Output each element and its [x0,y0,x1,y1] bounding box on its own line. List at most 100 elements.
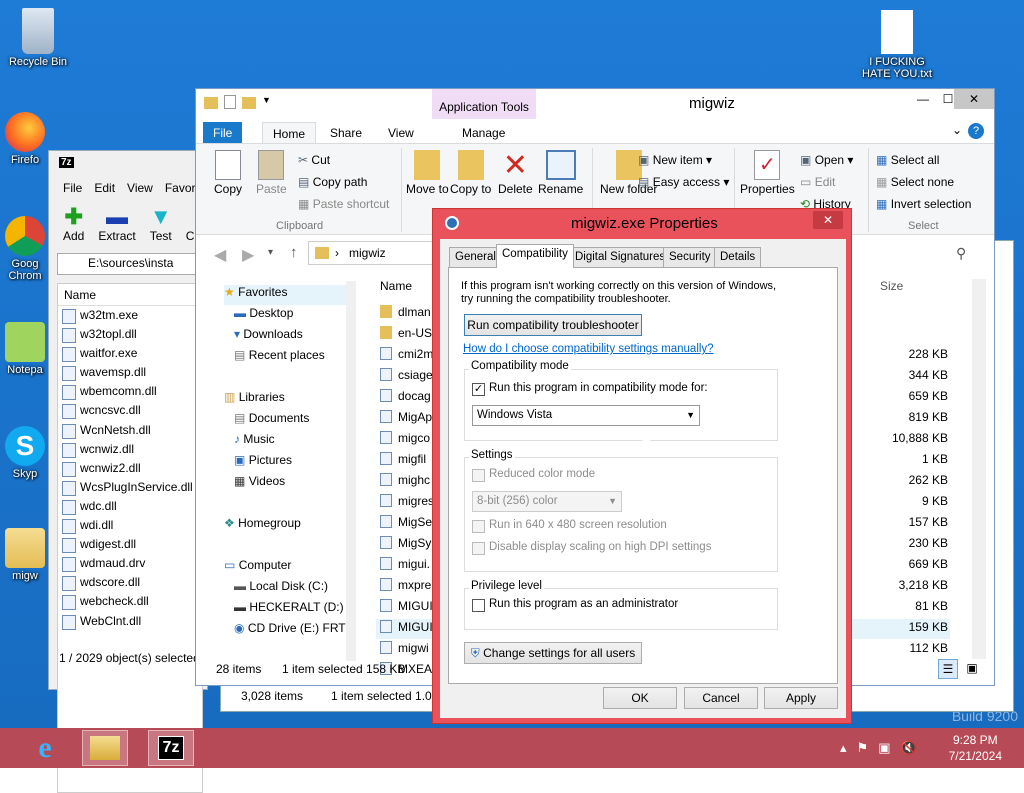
zip-file-row[interactable]: wcncsvc.dll [58,401,202,420]
select-all-button[interactable]: ▦ Select all [876,153,939,167]
ok-button[interactable]: OK [603,687,677,709]
copy-button[interactable]: Copy [214,150,242,196]
file-row[interactable]: MigAp [380,410,432,424]
zip-column-name[interactable]: Name [58,284,202,306]
run-troubleshooter-button[interactable]: Run compatibility troubleshooter [464,314,642,336]
tab-details[interactable]: Details [714,247,762,267]
zip-file-row[interactable]: WcsPlugInService.dll [58,478,202,497]
open-button[interactable]: ▣ Open ▾ [800,153,853,167]
search-icon[interactable]: ⚲ [956,245,966,262]
change-all-users-button[interactable]: ⛨ Change settings for all users [464,642,642,664]
zip-menu-view[interactable]: View [127,181,153,195]
nav-homegroup[interactable]: ❖ Homegroup [224,516,301,530]
dialog-close-button[interactable]: ✕ [813,211,843,229]
file-row[interactable]: mighc [380,473,430,487]
7zip-taskbar-button[interactable]: 7z [148,730,194,766]
color-depth-select[interactable]: 8-bit (256) color ▼ [472,491,622,512]
up-arrow-icon[interactable]: ↑ [290,244,298,261]
delete-button[interactable]: ✕ Delete [498,150,533,197]
nav-heckeralt[interactable]: ▬ HECKERALT (D:) [234,600,344,614]
close-button[interactable]: ✕ [954,89,994,109]
tab-view[interactable]: View [378,122,424,144]
zip-file-row[interactable]: wdscore.dll [58,573,202,592]
zip-file-row[interactable]: wcnwiz2.dll [58,459,202,478]
resolution-checkbox[interactable] [472,520,485,533]
select-none-button[interactable]: ▦ Select none [876,175,954,189]
reduced-color-checkbox[interactable] [472,469,485,482]
chrome-shortcut[interactable]: Goog Chrom [0,216,50,282]
zip-file-row[interactable]: WcnNetsh.dll [58,421,202,440]
zip-menu-favorites[interactable]: Favor [165,181,196,195]
nav-local-disk[interactable]: ▬ Local Disk (C:) [234,579,328,593]
file-row[interactable]: mxpre [380,578,431,592]
file-row[interactable]: MigSy [380,536,431,550]
collapse-ribbon-icon[interactable]: ⌄ [952,123,962,137]
tab-security[interactable]: Security [663,247,717,267]
tab-home[interactable]: Home [262,122,317,145]
file-row[interactable]: migfil [380,452,426,466]
firefox-shortcut[interactable]: Firefo [0,112,50,166]
help-icon[interactable]: ? [968,123,984,139]
nav-downloads[interactable]: ▾ Downloads [234,327,303,341]
volume-muted-icon[interactable]: 🔇 [900,740,916,756]
zip-add-button[interactable]: ✚ Add [63,205,84,244]
cut-button[interactable]: ✂ Cut [298,153,330,167]
file-row[interactable]: en-US [380,326,432,340]
tab-compatibility[interactable]: Compatibility [496,244,574,268]
tab-manage[interactable]: Manage [452,122,515,144]
rename-button[interactable]: Rename [538,150,583,196]
compatibility-mode-select[interactable]: Windows Vista ▼ [472,405,700,426]
dpi-scaling-checkbox[interactable] [472,542,485,555]
cancel-button[interactable]: Cancel [684,687,758,709]
zip-file-row[interactable]: wdc.dll [58,497,202,516]
zip-test-button[interactable]: ▼ Test [150,205,172,244]
zip-file-row[interactable]: waitfor.exe [58,344,202,363]
file-row[interactable]: MIGUI [380,620,433,634]
file-row[interactable]: csiage [380,368,433,382]
zip-file-row[interactable]: wdmaud.drv [58,554,202,573]
zip-menu-file[interactable]: File [63,181,82,195]
properties-button[interactable]: ✓ Properties [740,150,795,196]
invert-selection-button[interactable]: ▦ Invert selection [876,197,971,211]
zip-file-row[interactable]: wavemsp.dll [58,363,202,382]
copy-to-button[interactable]: Copy to [450,150,491,196]
manual-settings-link[interactable]: How do I choose compatibility settings m… [463,343,714,355]
move-to-button[interactable]: Move to [406,150,449,196]
file-row[interactable]: dlman [380,305,431,319]
tab-file[interactable]: File [203,122,243,144]
file-row[interactable]: migres [380,494,434,508]
nav-cd-drive[interactable]: ◉ CD Drive (E:) FRT [234,621,346,635]
compatibility-mode-checkbox[interactable]: ✓ [472,383,485,396]
forward-arrow-icon[interactable]: ▶ [242,245,254,265]
back-arrow-icon[interactable]: ◀ [214,245,226,265]
copy-path-button[interactable]: ▤ Copy path [298,175,367,189]
migwiz-shortcut[interactable]: migw [0,528,50,582]
text-file-shortcut[interactable]: I FUCKING HATE YOU.txt [856,10,938,80]
nav-favorites[interactable]: ★ Favorites [224,285,287,299]
recent-locations-icon[interactable]: ▾ [268,247,273,258]
minimize-button[interactable]: — [911,89,935,109]
nav-music[interactable]: ♪ Music [234,432,275,446]
recycle-bin-shortcut[interactable]: Recycle Bin [0,8,76,68]
tab-share[interactable]: Share [320,122,372,144]
file-row[interactable]: migco [380,431,430,445]
tab-general[interactable]: General [449,247,502,267]
easy-access-button[interactable]: ▤ Easy access ▾ [638,175,729,189]
zip-file-row[interactable]: wdigest.dll [58,535,202,554]
file-row[interactable]: docag [380,389,431,403]
file-row[interactable]: cmi2m [380,347,433,361]
nav-documents[interactable]: ▤ Documents [234,411,309,425]
zip-file-row[interactable]: w32topl.dll [58,325,202,344]
nav-videos[interactable]: ▦ Videos [234,474,285,488]
zip-file-row[interactable]: wbemcomn.dll [58,382,202,401]
column-header-size[interactable]: Size [880,279,903,293]
file-row[interactable]: migui. [380,557,430,571]
network-icon[interactable]: ▣ [878,740,890,756]
zip-file-row[interactable]: wcnwiz.dll [58,440,202,459]
clock[interactable]: 9:28 PM 7/21/2024 [949,732,1002,764]
details-view-icon[interactable]: ☰ [938,659,958,679]
zip-copy-button[interactable]: C [186,205,195,243]
nav-pictures[interactable]: ▣ Pictures [234,453,292,467]
edit-button[interactable]: ▭ Edit [800,175,835,189]
large-icons-view-icon[interactable]: ▣ [962,659,982,679]
